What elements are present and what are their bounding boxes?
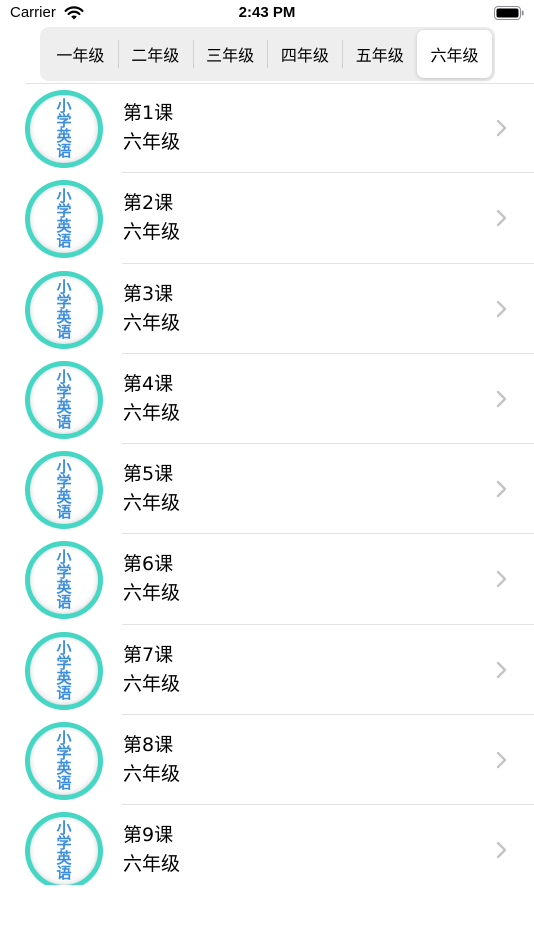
grade-segmented-control: 一年级 二年级 三年级 四年级 五年级 六年级 <box>40 27 495 81</box>
thumbnail-label: 小学英语 <box>56 277 72 341</box>
thumbnail-label: 小学英语 <box>56 367 72 431</box>
chevron-right-icon <box>496 390 507 408</box>
lesson-grade: 六年级 <box>123 221 181 244</box>
lesson-row[interactable]: 小学英语 第8课六年级 <box>0 715 534 806</box>
lesson-row[interactable]: 小学英语 第9课六年级 <box>0 805 534 885</box>
lesson-title: 第2课 <box>123 192 174 215</box>
lesson-thumbnail: 小学英语 <box>25 722 103 801</box>
status-time: 2:43 PM <box>238 4 296 21</box>
lesson-list: 小学英语 第1课 六年级 小学英语 第2课 六年级 小学英语 第3课 六年级 小学英语 第4课 六年级… <box>0 83 534 885</box>
lesson-title: 第6课 <box>123 553 174 576</box>
thumbnail-label: 小学英语 <box>56 97 72 160</box>
lesson-thumbnail: 小学英语 <box>25 812 103 885</box>
lesson-row[interactable]: 小学英语 第3课六年级 <box>0 264 534 354</box>
segment-grade-5[interactable]: 五年级 <box>342 30 417 78</box>
thumbnail-label: 小学英语 <box>56 819 72 883</box>
lesson-title: 第1课 <box>123 102 174 124</box>
lesson-row[interactable]: 小学英语 第2课六年级 <box>0 173 534 264</box>
chevron-right-icon <box>496 210 507 227</box>
lesson-row[interactable]: 小学英语 第1课六年级 <box>0 83 534 174</box>
lesson-row[interactable]: 小学英语 第6课六年级 <box>0 534 534 625</box>
chevron-right-icon <box>496 842 507 859</box>
segment-grade-3[interactable]: 三年级 <box>192 30 268 78</box>
chevron-right-icon <box>496 119 507 137</box>
thumbnail-label: 小学英语 <box>56 729 72 793</box>
lesson-thumbnail: 小学英语 <box>25 541 103 620</box>
lesson-title: 第4课 <box>123 372 174 395</box>
lesson-title: 第8课 <box>123 734 174 757</box>
lesson-thumbnail: 小学英语 <box>25 180 103 259</box>
chevron-right-icon <box>496 661 507 678</box>
chevron-right-icon <box>496 300 507 317</box>
thumbnail-label: 小学英语 <box>56 458 72 522</box>
lesson-thumbnail: 小学英语 <box>25 631 103 710</box>
segment-grade-2[interactable]: 二年级 <box>117 30 193 78</box>
thumbnail-label: 小学英语 <box>56 187 72 251</box>
lesson-grade: 六年级 <box>123 492 181 515</box>
lesson-grade: 六年级 <box>123 582 181 605</box>
lesson-thumbnail: 小学英语 <box>25 90 103 168</box>
thumbnail-label: 小学英语 <box>56 638 72 702</box>
lesson-grade: 六年级 <box>123 672 181 695</box>
lesson-title: 第7课 <box>123 643 174 666</box>
segment-grade-4[interactable]: 四年级 <box>267 30 342 78</box>
chevron-right-icon <box>496 480 507 498</box>
lesson-grade: 六年级 <box>123 401 181 424</box>
lesson-title: 第3课 <box>123 282 174 305</box>
chevron-right-icon <box>496 751 507 769</box>
segment-grade-6[interactable]: 六年级 <box>417 30 492 78</box>
lesson-row[interactable]: 小学英语 第5课六年级 <box>0 444 534 535</box>
lesson-grade: 六年级 <box>123 131 181 153</box>
battery-icon <box>494 6 524 20</box>
thumbnail-label: 小学英语 <box>56 548 72 612</box>
status-bar: Carrier 2:43 PM <box>0 0 534 28</box>
lesson-row[interactable]: 小学英语 第4课六年级 <box>0 354 534 445</box>
lesson-title: 第9课 <box>123 824 174 847</box>
chevron-right-icon <box>496 571 507 588</box>
lesson-grade: 六年级 <box>123 763 181 786</box>
lesson-thumbnail: 小学英语 <box>25 360 103 439</box>
lesson-grade: 六年级 <box>123 853 181 876</box>
segment-grade-1[interactable]: 一年级 <box>43 30 118 78</box>
lesson-row[interactable]: 小学英语 第7课六年级 <box>0 625 534 716</box>
lesson-thumbnail: 小学英语 <box>25 270 103 349</box>
lesson-grade: 六年级 <box>123 311 181 334</box>
lesson-thumbnail: 小学英语 <box>25 451 103 530</box>
lesson-title: 第5课 <box>123 463 174 486</box>
